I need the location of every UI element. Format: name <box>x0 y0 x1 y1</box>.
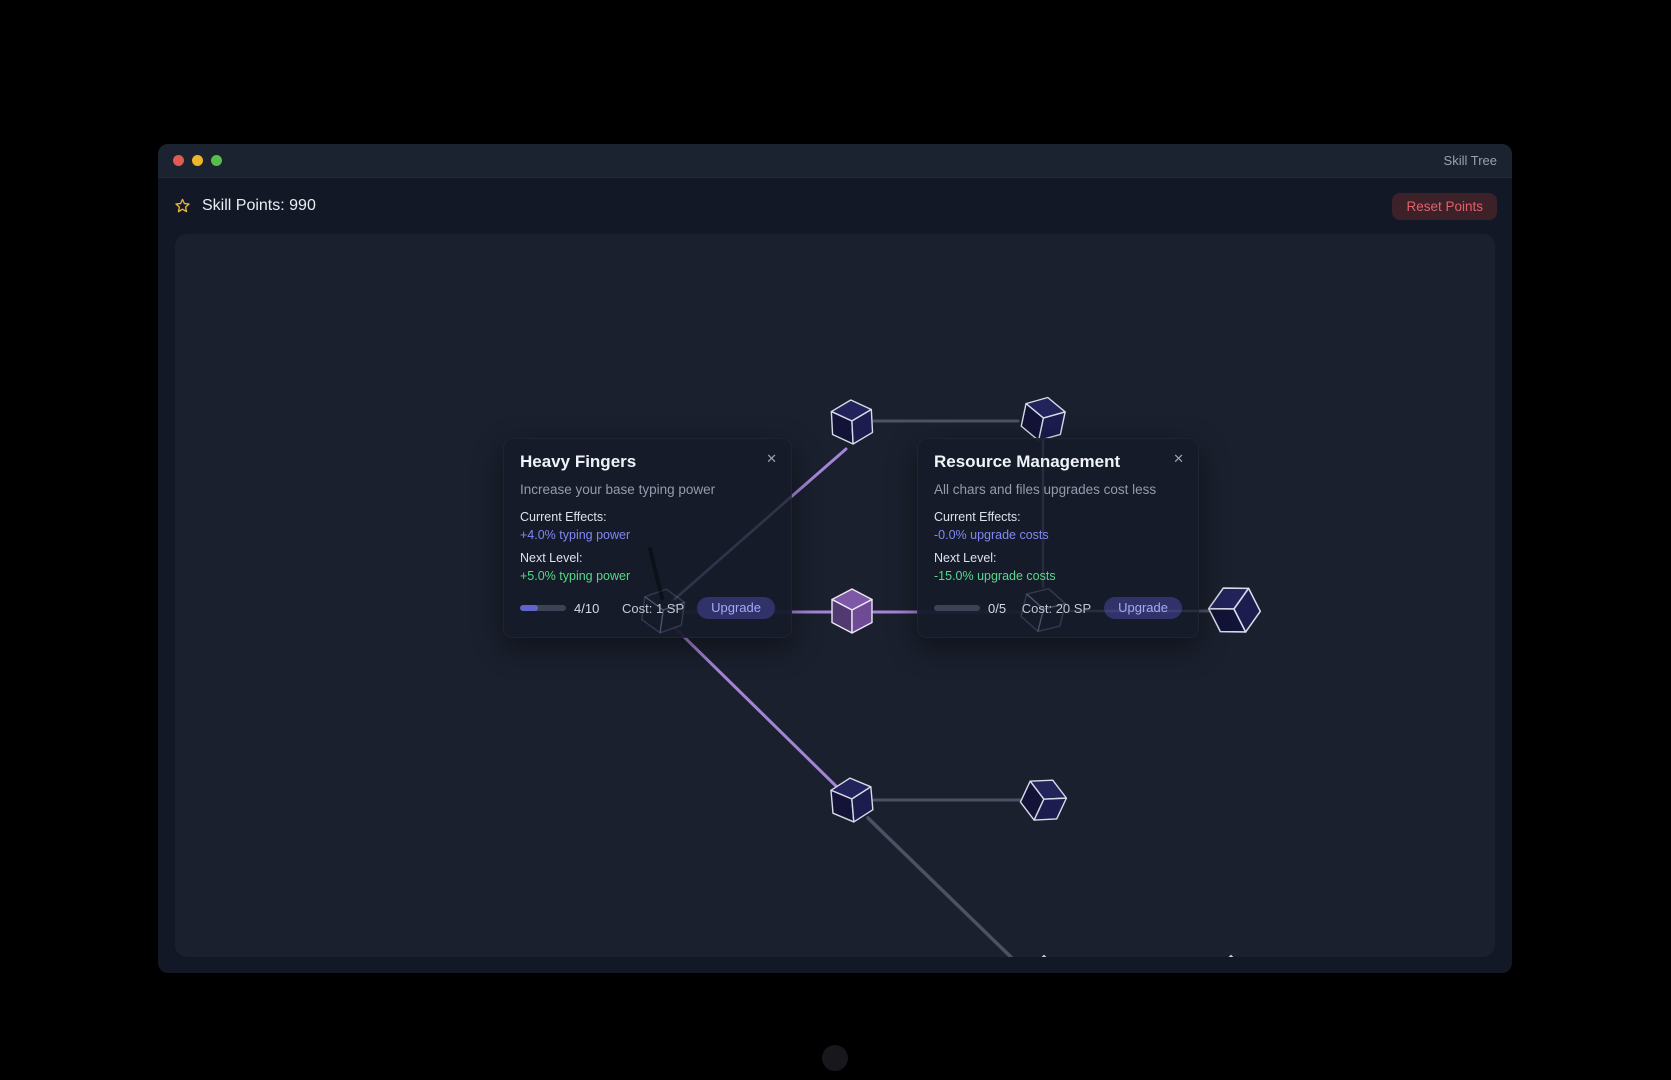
next-effect-value: +5.0% typing power <box>520 569 775 583</box>
skill-node-typing-top-1[interactable] <box>831 399 873 445</box>
tooltip-description: All chars and files upgrades cost less <box>934 482 1182 497</box>
skill-points: Skill Points: 990 <box>173 197 316 215</box>
cost-label: Cost: 20 SP <box>1022 601 1091 616</box>
skill-node-right[interactable] <box>1203 578 1265 642</box>
page-glow-dot <box>822 1045 848 1071</box>
skill-node-chevron-2[interactable] <box>1225 956 1237 957</box>
tooltip-heavy-fingers: Heavy Fingers ✕ Increase your base typin… <box>503 438 792 638</box>
star-icon <box>173 197 192 215</box>
current-effects-label: Current Effects: <box>934 510 1182 524</box>
page-background: { "window": { "title": "Skill Tree" }, "… <box>0 0 1671 1080</box>
skill-node-bottom-2[interactable] <box>1016 772 1071 829</box>
maximize-window-button[interactable] <box>211 155 222 166</box>
tooltip-footer: 0/5 Cost: 20 SP Upgrade <box>934 597 1182 619</box>
skill-node-selected-purple[interactable] <box>832 589 872 633</box>
skill-tree-canvas[interactable]: Heavy Fingers ✕ Increase your base typin… <box>175 234 1495 957</box>
next-level-label: Next Level: <box>934 551 1182 565</box>
close-icon[interactable]: ✕ <box>1173 451 1184 467</box>
upgrade-button[interactable]: Upgrade <box>1104 597 1182 619</box>
skill-edge <box>675 628 839 789</box>
tooltip-footer: 4/10 Cost: 1 SP Upgrade <box>520 597 775 619</box>
window-title: Skill Tree <box>1444 153 1497 168</box>
next-level-label: Next Level: <box>520 551 775 565</box>
level-fraction: 0/5 <box>988 601 1006 616</box>
skill-node-typing-top-2[interactable] <box>1019 393 1067 444</box>
progress-fill <box>520 605 538 611</box>
minimize-window-button[interactable] <box>192 155 203 166</box>
current-effects-label: Current Effects: <box>520 510 775 524</box>
app-window: Skill Tree Skill Points: 990 Reset Point… <box>158 144 1512 973</box>
titlebar: Skill Tree <box>158 144 1512 178</box>
progress-bar <box>934 605 980 611</box>
tooltip-title: Heavy Fingers <box>520 452 775 472</box>
cost-label: Cost: 1 SP <box>622 601 684 616</box>
skill-node-chevron-1[interactable] <box>1038 956 1050 957</box>
close-window-button[interactable] <box>173 155 184 166</box>
skill-points-label: Skill Points: 990 <box>202 197 316 215</box>
header-bar: Skill Points: 990 Reset Points <box>158 178 1512 234</box>
traffic-lights <box>173 155 222 166</box>
reset-points-button[interactable]: Reset Points <box>1392 193 1497 220</box>
tooltip-title: Resource Management <box>934 452 1182 472</box>
current-effect-value: -0.0% upgrade costs <box>934 528 1182 542</box>
close-icon[interactable]: ✕ <box>766 451 777 467</box>
tooltip-resource-management: Resource Management ✕ All chars and file… <box>917 438 1199 638</box>
upgrade-button[interactable]: Upgrade <box>697 597 775 619</box>
current-effect-value: +4.0% typing power <box>520 528 775 542</box>
skill-graph-svg <box>175 234 1495 957</box>
progress-bar <box>520 605 566 611</box>
tooltip-description: Increase your base typing power <box>520 482 775 497</box>
next-effect-value: -15.0% upgrade costs <box>934 569 1182 583</box>
skill-edge <box>868 818 1015 957</box>
level-fraction: 4/10 <box>574 601 599 616</box>
